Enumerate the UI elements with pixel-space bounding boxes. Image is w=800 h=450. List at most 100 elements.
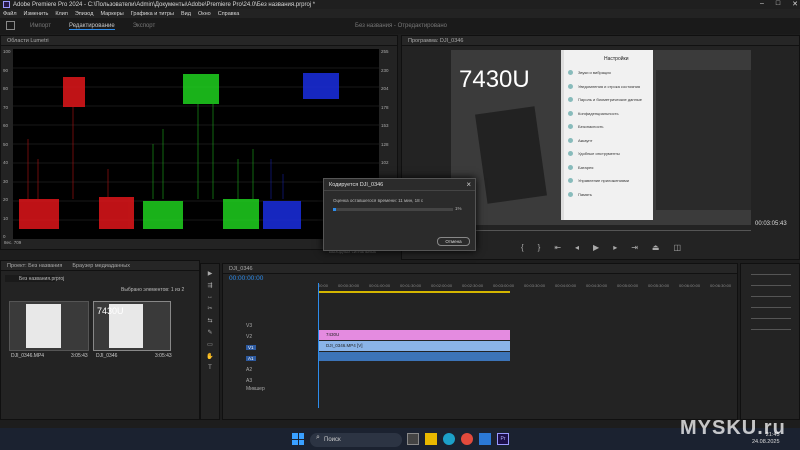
track-select-icon[interactable]: ⇶: [207, 282, 212, 289]
selection-count: Выбрано элементов: 1 из 2: [121, 287, 185, 293]
home-icon[interactable]: [6, 21, 15, 30]
scopes-header[interactable]: Области Lumetri: [1, 36, 397, 46]
menu-window[interactable]: Окно: [198, 11, 211, 17]
tab-edit[interactable]: Редактирование: [68, 23, 115, 30]
selection-tool-icon[interactable]: ▶: [208, 270, 213, 277]
playhead[interactable]: [318, 283, 319, 408]
menu-graphics[interactable]: Графика и титры: [131, 11, 174, 17]
track-header-v2[interactable]: V2: [240, 331, 318, 342]
scope-tick: 100: [3, 49, 11, 54]
ripple-edit-icon[interactable]: ↔: [207, 294, 213, 300]
menu-markers[interactable]: Маркеры: [100, 11, 123, 17]
camera-icon[interactable]: ◫: [673, 243, 681, 252]
tab-export[interactable]: Экспорт: [133, 23, 156, 30]
razor-tool-icon[interactable]: ✂: [207, 305, 212, 312]
windows-start-icon[interactable]: [292, 433, 304, 445]
media-duration: 3:05:43: [71, 353, 88, 359]
menu-view[interactable]: Вид: [181, 11, 191, 17]
audio-clip[interactable]: [318, 352, 510, 361]
play-icon[interactable]: ▶: [593, 243, 599, 252]
tab-project[interactable]: Проект: Без названия: [7, 261, 62, 270]
time-remaining-label: Оценка оставшегося времени: 11 мин, 18 с: [333, 198, 424, 203]
ruler-mark: 00:02:30:00: [462, 283, 484, 288]
go-to-in-icon[interactable]: ⇤: [554, 243, 561, 252]
timeline-ruler[interactable]: 00:00 00:00:30:00 00:01:00:00 00:01:30:0…: [318, 283, 738, 291]
mark-in-icon[interactable]: {: [521, 243, 524, 252]
file-explorer-icon[interactable]: [425, 433, 437, 445]
dialog-close-icon[interactable]: ×: [466, 180, 471, 189]
media-thumbnail[interactable]: [9, 301, 89, 351]
lift-icon[interactable]: ⏏: [652, 243, 660, 252]
encoding-dialog: Кодируется DJI_0346 × Оценка оставшегося…: [323, 178, 476, 251]
track-label: V2: [246, 333, 253, 340]
tools-panel: ▶ ⇶ ↔ ✂ ⇆ ✎ ▭ ✋ T: [200, 263, 220, 420]
scope-tick: 128: [381, 141, 389, 147]
minimize-button[interactable]: –: [760, 0, 764, 8]
timeline-tab[interactable]: DJI_0346: [223, 264, 737, 274]
track-header-a3[interactable]: A3: [240, 375, 318, 386]
track-header-v1[interactable]: V1: [240, 342, 318, 353]
workspace-bar: Импорт Редактирование Экспорт Без назван…: [0, 18, 800, 34]
dialog-title: Кодируется DJI_0346: [329, 182, 384, 188]
menu-edit[interactable]: Изменить: [24, 11, 49, 17]
menu-file[interactable]: Файл: [3, 11, 17, 17]
track-header-a2[interactable]: A2: [240, 364, 318, 375]
hand-tool-icon[interactable]: ✋: [206, 353, 213, 360]
scope-tick: 230: [381, 67, 389, 73]
mix-label: Микшер: [246, 386, 265, 392]
taskbar-search-input[interactable]: Поиск: [310, 433, 402, 447]
track-header-a1[interactable]: A1: [240, 353, 318, 364]
program-header[interactable]: Программа: DJI_0346: [402, 36, 799, 46]
program-timecode[interactable]: 00:03:05:43: [755, 221, 787, 227]
go-to-out-icon[interactable]: ⇥: [631, 243, 638, 252]
pen-tool-icon[interactable]: ✎: [207, 329, 212, 336]
menu-bar: Файл Изменить Клип Эпизод Маркеры График…: [0, 9, 800, 18]
settings-item: Уведомления и строка состояния: [564, 80, 653, 94]
close-window-button[interactable]: ✕: [792, 0, 798, 8]
overlay-text: 7430U: [459, 66, 530, 93]
title-clip[interactable]: 7430U: [318, 330, 510, 340]
watermark: MYSKU.ru: [680, 417, 786, 439]
track-header-v3[interactable]: V3: [240, 320, 318, 331]
program-scrubber[interactable]: [451, 230, 751, 234]
menu-clip[interactable]: Клип: [55, 11, 67, 17]
tab-import[interactable]: Импорт: [30, 23, 51, 30]
title-bar: Adobe Premiere Pro 2024 - C:\Пользовател…: [0, 0, 800, 9]
ruler-mark: 00:03:30:00: [524, 283, 546, 288]
timeline-timecode[interactable]: 00:00:00:00: [229, 275, 263, 282]
ruler-mark: 00:05:30:00: [648, 283, 670, 288]
video-clip[interactable]: DJI_0346.MP4 [V]: [318, 341, 510, 351]
scope-tick: 153: [381, 123, 389, 128]
settings-item: Батарея: [564, 161, 653, 175]
encoding-progress-bar: [333, 208, 453, 211]
ruler-mark: 00:06:00:00: [679, 283, 701, 288]
cancel-button[interactable]: Отмена: [437, 237, 470, 246]
rectangle-tool-icon[interactable]: ▭: [207, 341, 213, 348]
step-forward-icon[interactable]: ▸: [613, 243, 617, 252]
step-back-icon[interactable]: ◂: [575, 243, 579, 252]
edge-icon[interactable]: [443, 433, 455, 445]
type-tool-icon[interactable]: T: [208, 365, 212, 371]
sequence-thumbnail[interactable]: 7430U: [93, 301, 171, 351]
work-area-bar[interactable]: [318, 291, 510, 293]
track-label: A3: [246, 377, 253, 384]
phone-screen: Настройки Звуки и вибрация Уведомления и…: [561, 50, 653, 220]
ruler-mark: 00:04:30:00: [586, 283, 608, 288]
maximize-button[interactable]: □: [776, 0, 780, 8]
slip-tool-icon[interactable]: ⇆: [207, 317, 212, 324]
mark-out-icon[interactable]: }: [538, 243, 541, 252]
scope-tick: 10: [3, 215, 9, 221]
premiere-taskbar-icon[interactable]: Pr: [497, 433, 509, 445]
project-panel: Проект: Без названия Браузер медиаданных…: [0, 260, 200, 420]
project-file-name: Без названия.prproj: [19, 276, 65, 282]
store-icon[interactable]: [479, 433, 491, 445]
scope-tick: 20: [3, 197, 9, 202]
scope-tick: 30: [3, 178, 9, 184]
menu-sequence[interactable]: Эпизод: [75, 11, 94, 17]
menu-help[interactable]: Справка: [218, 11, 240, 17]
settings-item: Аккаунт: [564, 134, 653, 148]
task-view-icon[interactable]: [407, 433, 419, 445]
chrome-icon[interactable]: [461, 433, 473, 445]
settings-item: Конфиденциальность: [564, 107, 653, 121]
tab-media-browser[interactable]: Браузер медиаданных: [72, 261, 130, 270]
